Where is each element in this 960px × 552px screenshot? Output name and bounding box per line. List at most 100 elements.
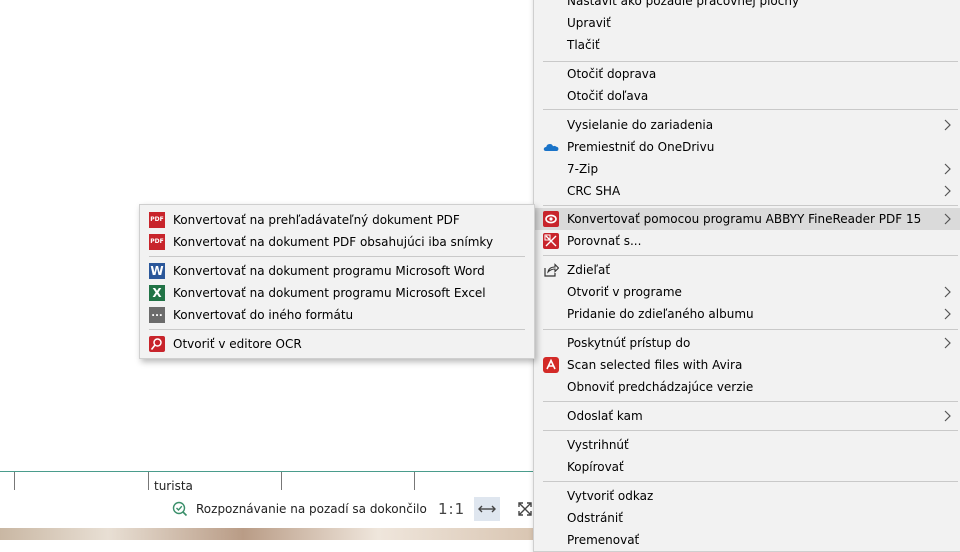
chevron-right-icon <box>944 410 951 422</box>
menu-separator <box>149 256 525 257</box>
submenu-item-word[interactable]: W Konvertovať na dokument programu Micro… <box>140 260 534 282</box>
menu-separator <box>543 61 958 62</box>
photo-thumbnail-strip <box>0 528 540 540</box>
pdf-icon: PDF <box>149 234 165 250</box>
word-icon: W <box>149 263 165 279</box>
menu-item-label: Odoslať kam <box>567 409 643 423</box>
menu-item-compare-with[interactable]: Porovnať s... <box>534 230 960 252</box>
submenu-item-image-only-pdf[interactable]: PDF Konvertovať na dokument PDF obsahujú… <box>140 231 534 253</box>
menu-item-label: Tlačiť <box>567 38 600 52</box>
table-cell-border <box>414 472 415 491</box>
chevron-right-icon <box>944 185 951 197</box>
menu-item-print[interactable]: Tlačiť <box>534 34 960 56</box>
menu-item-label: Otočiť doprava <box>567 67 657 81</box>
menu-item-label: CRC SHA <box>567 184 621 198</box>
menu-item-move-to-onedrive[interactable]: Premiestniť do OneDrivu <box>534 136 960 158</box>
abbyy-finereader-icon <box>543 211 559 227</box>
menu-item-cast-to-device[interactable]: Vysielanie do zariadenia <box>534 114 960 136</box>
submenu-item-ocr-editor[interactable]: Otvoriť v editore OCR <box>140 333 534 355</box>
submenu-item-label: Konvertovať do iného formátu <box>173 308 354 322</box>
chevron-right-icon <box>944 213 951 225</box>
menu-item-label: Premenovať <box>567 533 640 547</box>
submenu-item-searchable-pdf[interactable]: PDF Konvertovať na prehľadávateľný dokum… <box>140 209 534 231</box>
table-cell-border <box>148 472 149 491</box>
onedrive-icon <box>543 144 559 151</box>
table-fragment: turista <box>0 471 534 491</box>
menu-item-send-to[interactable]: Odoslať kam <box>534 405 960 427</box>
menu-item-label: Zdieľať <box>567 263 611 277</box>
menu-item-create-shortcut[interactable]: Vytvoriť odkaz <box>534 485 960 507</box>
chevron-right-icon <box>944 119 951 131</box>
menu-item-rotate-left[interactable]: Otočiť doľava <box>534 85 960 107</box>
submenu-item-label: Konvertovať na dokument PDF obsahujúci i… <box>173 235 494 249</box>
menu-item-label: Kopírovať <box>567 460 624 474</box>
menu-separator <box>149 329 525 330</box>
menu-item-label: Nastaviť ako pozadie pracovnej plochy <box>567 0 800 8</box>
menu-separator <box>543 430 958 431</box>
menu-item-share[interactable]: Zdieľať <box>534 259 960 281</box>
menu-separator <box>543 329 958 330</box>
table-cell-border <box>14 472 15 491</box>
menu-item-crc-sha[interactable]: CRC SHA <box>534 180 960 202</box>
menu-item-label: Konvertovať pomocou programu ABBYY FineR… <box>567 212 922 226</box>
menu-item-rename[interactable]: Premenovať <box>534 529 960 551</box>
submenu-item-excel[interactable]: X Konvertovať na dokument programu Micro… <box>140 282 534 304</box>
menu-item-copy[interactable]: Kopírovať <box>534 456 960 478</box>
menu-item-label: Pridanie do zdieľaného albumu <box>567 307 754 321</box>
ocr-status-text: Rozpoznávanie na pozadí sa dokončilo <box>196 502 427 516</box>
ocr-editor-icon <box>149 336 165 352</box>
menu-item-rotate-right[interactable]: Otočiť doprava <box>534 63 960 85</box>
chevron-right-icon <box>944 163 951 175</box>
menu-item-delete[interactable]: Odstrániť <box>534 507 960 529</box>
menu-item-scan-avira[interactable]: Scan selected files with Avira <box>534 354 960 376</box>
avira-icon <box>543 357 559 373</box>
menu-item-restore-previous-versions[interactable]: Obnoviť predchádzajúce verzie <box>534 376 960 398</box>
menu-item-label: Poskytnúť prístup do <box>567 336 691 350</box>
menu-item-label: Obnoviť predchádzajúce verzie <box>567 380 754 394</box>
menu-item-cut[interactable]: Vystrihnúť <box>534 434 960 456</box>
share-icon <box>544 263 559 277</box>
zoom-actual-size-button[interactable]: 1:1 <box>438 500 465 518</box>
menu-item-label: Vysielanie do zariadenia <box>567 118 714 132</box>
fit-width-icon <box>478 505 496 513</box>
submenu-item-label: Konvertovať na dokument programu Microso… <box>173 286 486 300</box>
menu-item-label: Porovnať s... <box>567 234 642 248</box>
excel-icon: X <box>149 285 165 301</box>
ocr-complete-icon <box>172 501 188 517</box>
menu-item-label: Premiestniť do OneDrivu <box>567 140 715 154</box>
submenu-item-other-format[interactable]: ... Konvertovať do iného formátu <box>140 304 534 326</box>
submenu-item-label: Konvertovať na prehľadávateľný dokument … <box>173 213 460 227</box>
pdf-icon: PDF <box>149 212 165 228</box>
fullscreen-icon[interactable] <box>517 501 533 517</box>
abbyy-submenu: PDF Konvertovať na prehľadávateľný dokum… <box>139 204 535 359</box>
other-format-icon: ... <box>149 307 165 323</box>
menu-item-add-to-shared-album[interactable]: Pridanie do zdieľaného albumu <box>534 303 960 325</box>
table-cell-text: turista <box>154 479 193 490</box>
status-bar: Rozpoznávanie na pozadí sa dokončilo 1:1 <box>0 490 540 528</box>
menu-separator <box>543 401 958 402</box>
menu-separator <box>543 255 958 256</box>
menu-item-label: Vytvoriť odkaz <box>567 489 654 503</box>
chevron-right-icon <box>944 308 951 320</box>
menu-item-7zip[interactable]: 7-Zip <box>534 158 960 180</box>
chevron-right-icon <box>944 286 951 298</box>
menu-item-label: Scan selected files with Avira <box>567 358 743 372</box>
menu-item-set-as-wallpaper[interactable]: Nastaviť ako pozadie pracovnej plochy <box>534 0 960 12</box>
submenu-item-label: Konvertovať na dokument programu Microso… <box>173 264 485 278</box>
menu-item-label: Upraviť <box>567 16 611 30</box>
abbyy-compare-icon <box>543 233 559 249</box>
menu-item-label: Otočiť doľava <box>567 89 649 103</box>
menu-item-abbyy-convert[interactable]: Konvertovať pomocou programu ABBYY FineR… <box>534 208 960 230</box>
submenu-item-label: Otvoriť v editore OCR <box>173 337 302 351</box>
menu-item-label: Odstrániť <box>567 511 623 525</box>
menu-item-open-with[interactable]: Otvoriť v programe <box>534 281 960 303</box>
menu-item-label: 7-Zip <box>567 162 599 176</box>
menu-item-label: Otvoriť v programe <box>567 285 682 299</box>
menu-item-edit[interactable]: Upraviť <box>534 12 960 34</box>
table-cell-border <box>281 472 282 491</box>
menu-item-give-access-to[interactable]: Poskytnúť prístup do <box>534 332 960 354</box>
fit-width-button[interactable] <box>474 497 500 521</box>
context-menu: Nastaviť ako pozadie pracovnej plochy Up… <box>533 0 960 552</box>
menu-item-label: Vystrihnúť <box>567 438 629 452</box>
menu-separator <box>543 109 958 110</box>
